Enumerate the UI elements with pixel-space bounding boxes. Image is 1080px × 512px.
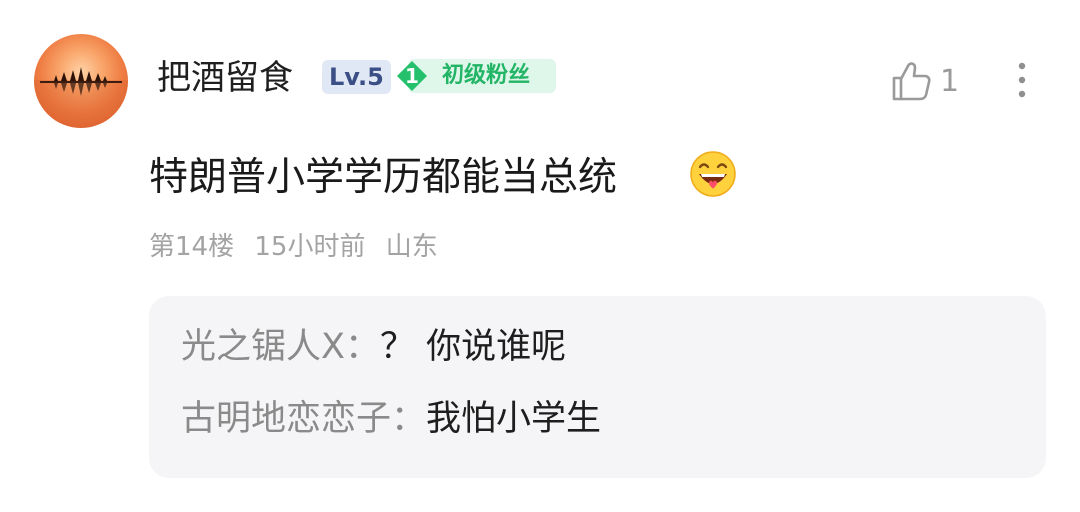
reply-author[interactable]: 古明地恋恋子 [181, 399, 391, 439]
replies-box[interactable]: 光之锯人X：？ 你说谁呢 古明地恋恋子：我怕小学生 [149, 296, 1046, 478]
user-avatar[interactable] [34, 34, 128, 128]
floor-number: 第14楼 [149, 232, 235, 262]
comment-meta: 第14楼 15小时前 山东 [149, 229, 450, 265]
level-badge: Lv.5 [322, 60, 391, 94]
reply-separator: ： [344, 327, 380, 367]
reply-separator: ： [391, 399, 427, 439]
fan-level-number: 1 [405, 64, 419, 88]
reply-item[interactable]: 古明地恋恋子：我怕小学生 [181, 395, 601, 443]
fan-badge-label: 初级粉丝 [442, 63, 531, 88]
fan-badge[interactable]: 1 初级粉丝 [392, 56, 556, 96]
post-time: 15小时前 [254, 232, 366, 262]
reply-text: ？ 你说谁呢 [380, 327, 567, 367]
username[interactable]: 把酒留食 [157, 56, 293, 100]
thumbs-up-icon [892, 62, 931, 101]
more-vertical-icon [1018, 62, 1026, 98]
reply-item[interactable]: 光之锯人X：？ 你说谁呢 [181, 323, 566, 371]
reply-author[interactable]: 光之锯人X [181, 327, 345, 367]
like-button[interactable]: 1 [888, 58, 968, 104]
location: 山东 [385, 232, 438, 262]
more-options-button[interactable] [1004, 58, 1040, 104]
grinning-emoji-icon [690, 151, 736, 197]
reply-text: 我怕小学生 [426, 399, 602, 439]
comment-card: 把酒留食 Lv.5 1 初级粉丝 1 特朗普小学学历都能当总统 第14楼 15小… [0, 0, 1080, 512]
like-count: 1 [940, 64, 960, 99]
sunset-avatar-icon [34, 67, 128, 128]
comment-text: 特朗普小学学历都能当总统 [149, 155, 618, 200]
